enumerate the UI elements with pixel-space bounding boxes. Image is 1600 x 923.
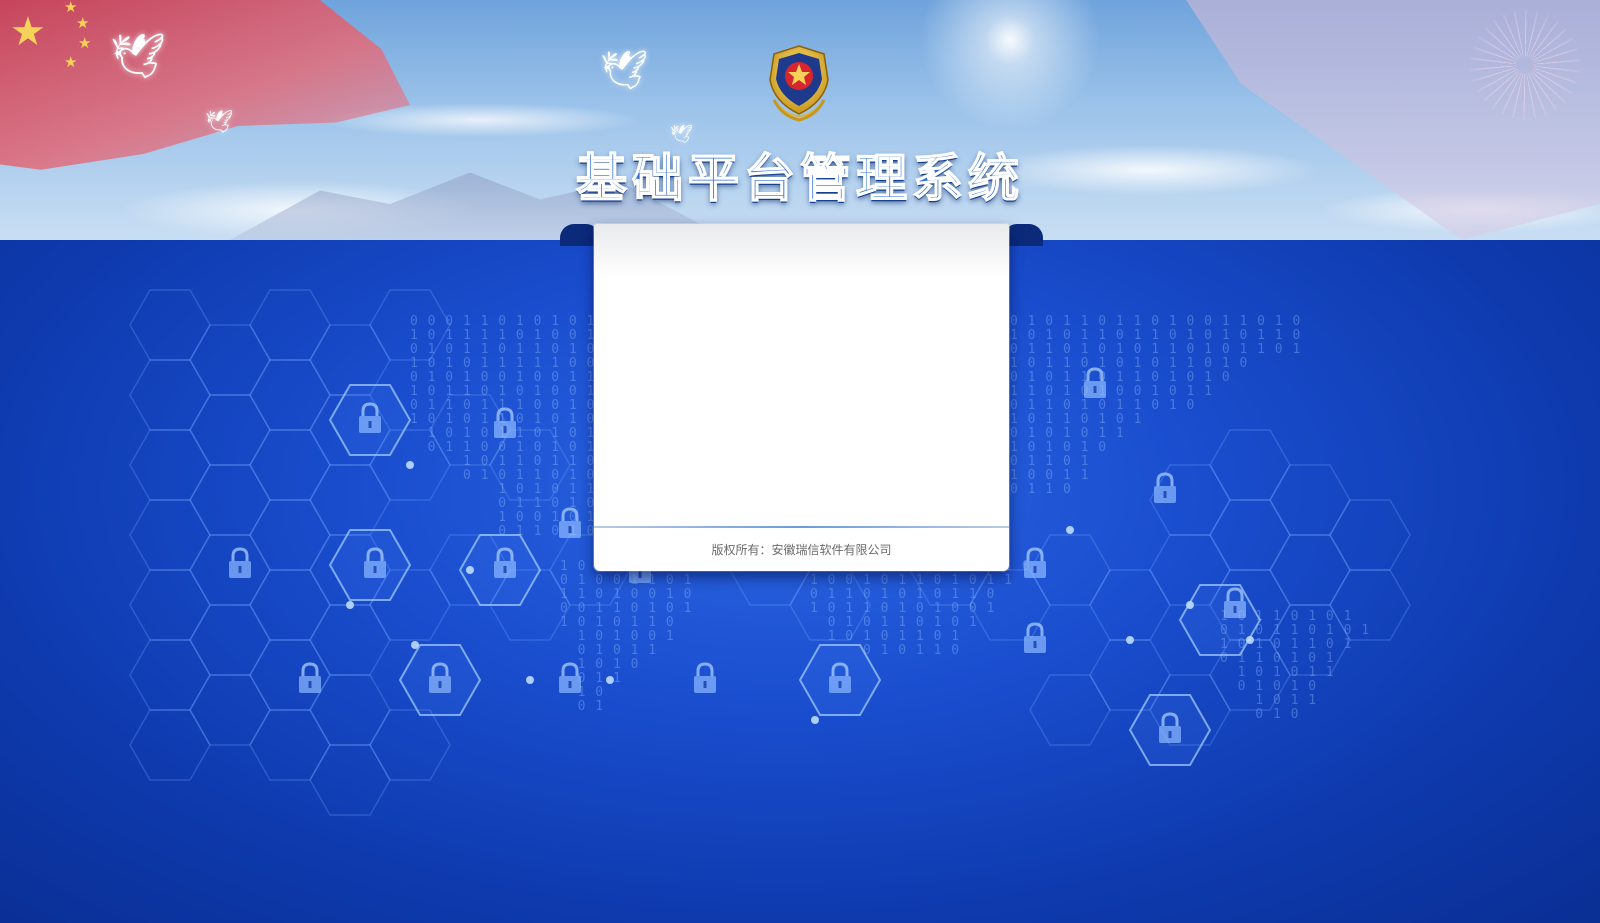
national-flag-graphic (0, 0, 410, 170)
flag-star-icon: ★ (10, 9, 46, 55)
system-title: 基础平台管理系统 (575, 149, 1024, 210)
binary-code-graphic: 1 0 1 1 0 1 0 1 0 1 0 0 1 1 0 1 1 1 0 1 … (560, 559, 693, 714)
flag-star-icon: ★ (64, 53, 78, 71)
dove-icon: 🕊 (205, 110, 233, 135)
binary-code-graphic: 0 1 1 0 1 0 1 1 0 1 0 1 0 1 0 0 1 0 1 1 … (810, 559, 1031, 658)
login-card-body (594, 224, 1009, 526)
firework-graphic (1470, 10, 1580, 120)
flag-star-icon: ★ (78, 34, 92, 52)
login-card: 版权所有：安徽瑞信软件有限公司 (594, 224, 1009, 571)
binary-code-graphic: 0 1 0 1 1 0 1 1 0 1 0 0 1 1 0 1 0 1 0 1 … (1010, 314, 1302, 497)
card-hanger-right (1003, 224, 1043, 246)
header-banner: ★ ★ ★ ★ ★ 🕊 🕊 🕊 🕊 基础平台管理系统 (0, 0, 1600, 240)
flag-star-icon: ★ (64, 0, 78, 16)
copyright-text: 版权所有：安徽瑞信软件有限公司 (711, 543, 892, 557)
police-emblem-icon (769, 45, 829, 122)
flag-star-icon: ★ (76, 14, 90, 32)
dove-icon: 🕊 (110, 31, 166, 82)
dove-icon: 🕊 (600, 48, 649, 92)
binary-code-graphic: 1 0 1 1 0 1 0 1 0 1 0 1 1 0 1 0 1 1 0 1 … (1220, 609, 1371, 722)
